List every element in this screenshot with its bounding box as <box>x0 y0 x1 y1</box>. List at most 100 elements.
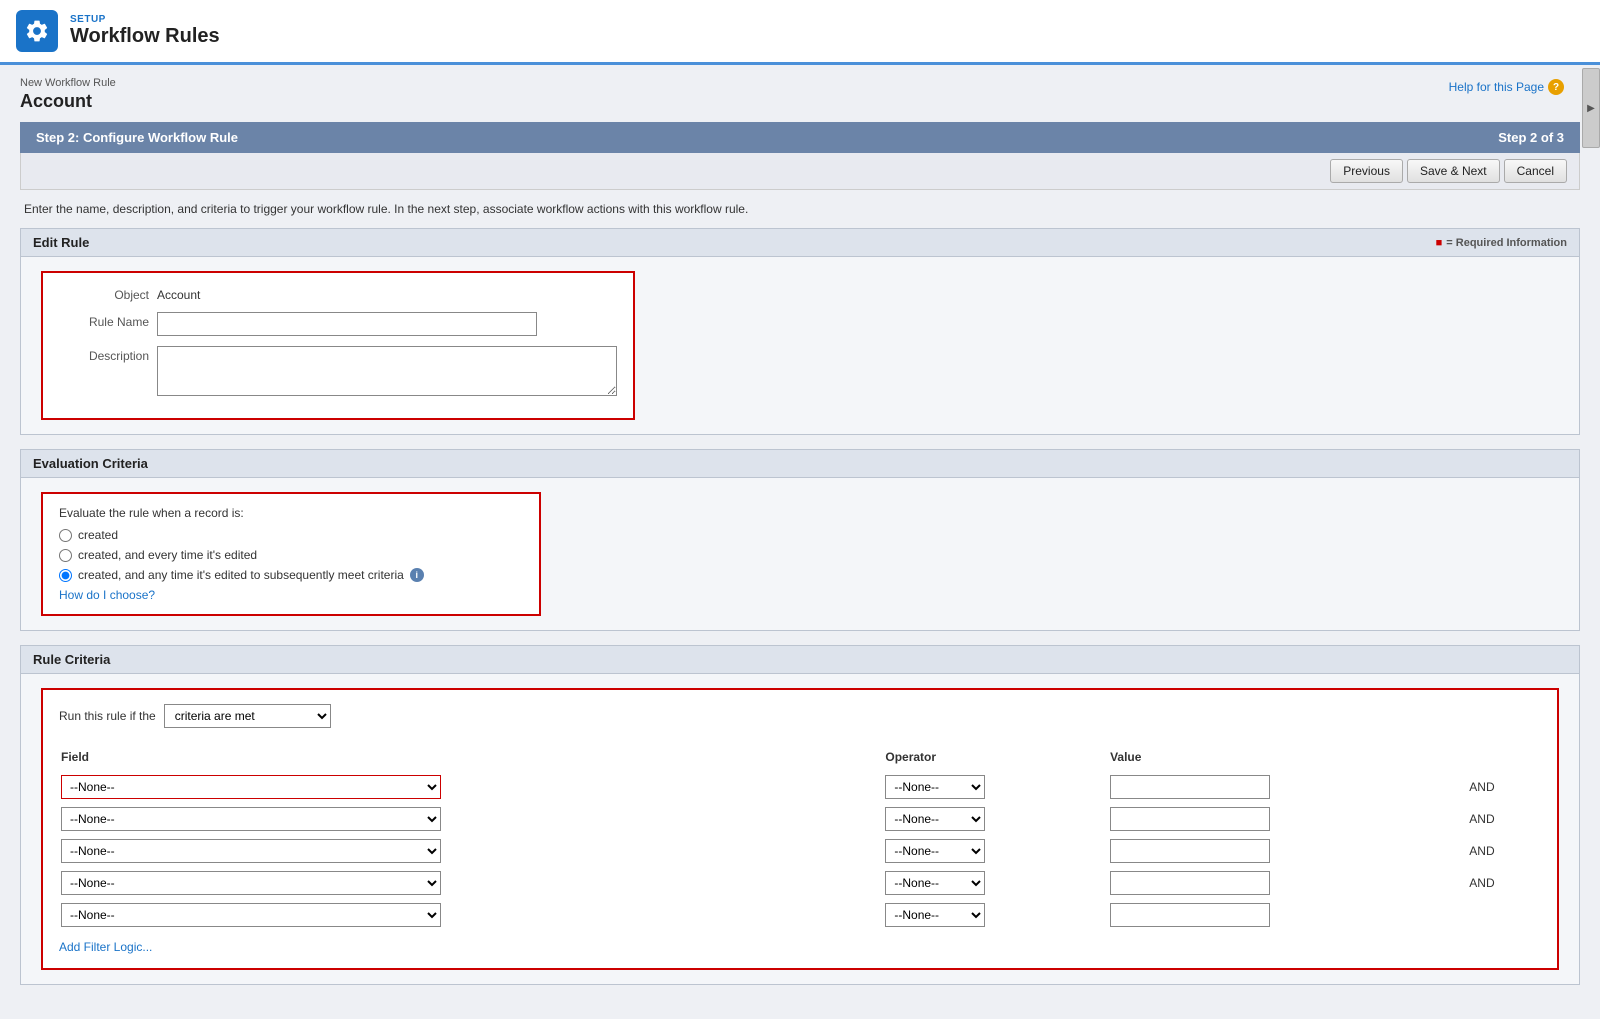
eval-option-3-label: created, and any time it's edited to sub… <box>78 568 404 582</box>
object-title: Account <box>20 91 1580 112</box>
val-cell-1 <box>1110 772 1461 802</box>
previous-button[interactable]: Previous <box>1330 159 1403 183</box>
field-cell-4: --None-- <box>61 868 883 898</box>
rule-criteria-title: Rule Criteria <box>33 652 110 667</box>
page-title: Workflow Rules <box>70 25 220 48</box>
val-cell-3 <box>1110 836 1461 866</box>
val-cell-4 <box>1110 868 1461 898</box>
eval-radio-created[interactable] <box>59 529 72 542</box>
rule-criteria-inner: Run this rule if the criteria are met fo… <box>41 688 1559 970</box>
rule-criteria-section-header: Rule Criteria <box>20 645 1580 674</box>
table-row: --None-- --None-- AND <box>61 836 1539 866</box>
criteria-table: Field Operator Value --None-- <box>59 744 1541 932</box>
field-cell-2: --None-- <box>61 804 883 834</box>
and-label-4: AND <box>1463 876 1494 890</box>
step-label-left: Step 2: Configure Workflow Rule <box>36 130 238 145</box>
rule-name-input[interactable] <box>157 312 537 336</box>
eval-option-3-row: created, and any time it's edited to sub… <box>59 568 523 582</box>
eval-info-icon[interactable]: i <box>410 568 424 582</box>
required-legend: ■ = Required Information <box>1436 237 1567 249</box>
edit-rule-title: Edit Rule <box>33 235 89 250</box>
table-row: --None-- --None-- AND <box>61 868 1539 898</box>
object-row: Object Account <box>59 285 617 302</box>
and-cell-4: AND <box>1463 868 1539 898</box>
help-link-text: Help for this Page <box>1449 80 1544 94</box>
op-cell-2: --None-- <box>885 804 1108 834</box>
col-conjunction <box>1463 746 1539 770</box>
op-cell-1: --None-- <box>885 772 1108 802</box>
op-select-1[interactable]: --None-- <box>885 775 985 799</box>
eval-radio-created-edited[interactable] <box>59 549 72 562</box>
table-row: --None-- --None-- AND <box>61 804 1539 834</box>
gear-icon <box>24 18 50 44</box>
field-select-4[interactable]: --None-- <box>61 871 441 895</box>
scroll-handle[interactable]: ▶ <box>1582 68 1600 148</box>
description-label: Description <box>59 346 149 363</box>
eval-section-header: Evaluation Criteria <box>20 449 1580 478</box>
toolbar-row: Previous Save & Next Cancel <box>20 153 1580 190</box>
edit-rule-inner: Object Account Rule Name Description <box>41 271 635 420</box>
eval-option-1-row: created <box>59 528 523 542</box>
rule-criteria-content: Run this rule if the criteria are met fo… <box>20 674 1580 985</box>
step-label-right: Step 2 of 3 <box>1498 130 1564 145</box>
main-content: New Workflow Rule Account Help for this … <box>0 65 1600 1019</box>
field-cell-1: --None-- <box>61 772 883 802</box>
and-label-2: AND <box>1463 812 1494 826</box>
cancel-button[interactable]: Cancel <box>1504 159 1567 183</box>
op-cell-5: --None-- <box>885 900 1108 930</box>
eval-radio-created-meet[interactable] <box>59 569 72 582</box>
description-input[interactable] <box>157 346 617 396</box>
scroll-arrow-icon: ▶ <box>1587 103 1595 114</box>
criteria-select[interactable]: criteria are met formula evaluates to tr… <box>164 704 331 728</box>
op-cell-4: --None-- <box>885 868 1108 898</box>
and-cell-1: AND <box>1463 772 1539 802</box>
header-icon <box>16 10 58 52</box>
breadcrumb: New Workflow Rule <box>20 77 1580 89</box>
eval-option-1-label: created <box>78 528 118 542</box>
and-label-3: AND <box>1463 844 1494 858</box>
help-link[interactable]: Help for this Page ? <box>1449 79 1564 95</box>
rule-name-row: Rule Name <box>59 312 617 336</box>
op-cell-3: --None-- <box>885 836 1108 866</box>
field-select-5[interactable]: --None-- <box>61 903 441 927</box>
val-input-2[interactable] <box>1110 807 1270 831</box>
criteria-table-header: Field Operator Value <box>61 746 1539 770</box>
val-cell-2 <box>1110 804 1461 834</box>
run-label: Run this rule if the <box>59 709 156 723</box>
edit-rule-section-header: Edit Rule ■ = Required Information <box>20 228 1580 257</box>
field-select-1[interactable]: --None-- <box>61 775 441 799</box>
save-next-button[interactable]: Save & Next <box>1407 159 1500 183</box>
op-select-2[interactable]: --None-- <box>885 807 985 831</box>
eval-inner: Evaluate the rule when a record is: crea… <box>41 492 541 616</box>
and-cell-2: AND <box>1463 804 1539 834</box>
val-input-4[interactable] <box>1110 871 1270 895</box>
help-icon: ? <box>1548 79 1564 95</box>
field-select-2[interactable]: --None-- <box>61 807 441 831</box>
description-row: Description <box>59 346 617 396</box>
header: SETUP Workflow Rules <box>0 0 1600 65</box>
edit-rule-content: Object Account Rule Name Description <box>20 257 1580 435</box>
info-text: Enter the name, description, and criteri… <box>20 202 1580 216</box>
op-select-4[interactable]: --None-- <box>885 871 985 895</box>
val-input-1[interactable] <box>1110 775 1270 799</box>
eval-option-2-row: created, and every time it's edited <box>59 548 523 562</box>
eval-option-2-label: created, and every time it's edited <box>78 548 257 562</box>
col-operator: Operator <box>885 746 1108 770</box>
setup-label: SETUP <box>70 14 220 25</box>
object-label: Object <box>59 285 149 302</box>
op-select-3[interactable]: --None-- <box>885 839 985 863</box>
val-cell-5 <box>1110 900 1461 930</box>
op-select-5[interactable]: --None-- <box>885 903 985 927</box>
field-cell-3: --None-- <box>61 836 883 866</box>
val-input-5[interactable] <box>1110 903 1270 927</box>
field-select-3[interactable]: --None-- <box>61 839 441 863</box>
step-bar: Step 2: Configure Workflow Rule Step 2 o… <box>20 122 1580 153</box>
add-filter-link[interactable]: Add Filter Logic... <box>59 940 152 954</box>
val-input-3[interactable] <box>1110 839 1270 863</box>
eval-section-content: Evaluate the rule when a record is: crea… <box>20 478 1580 631</box>
field-cell-5: --None-- <box>61 900 883 930</box>
and-cell-5 <box>1463 900 1539 930</box>
run-row: Run this rule if the criteria are met fo… <box>59 704 1541 728</box>
how-link[interactable]: How do I choose? <box>59 588 523 602</box>
eval-label: Evaluate the rule when a record is: <box>59 506 523 520</box>
